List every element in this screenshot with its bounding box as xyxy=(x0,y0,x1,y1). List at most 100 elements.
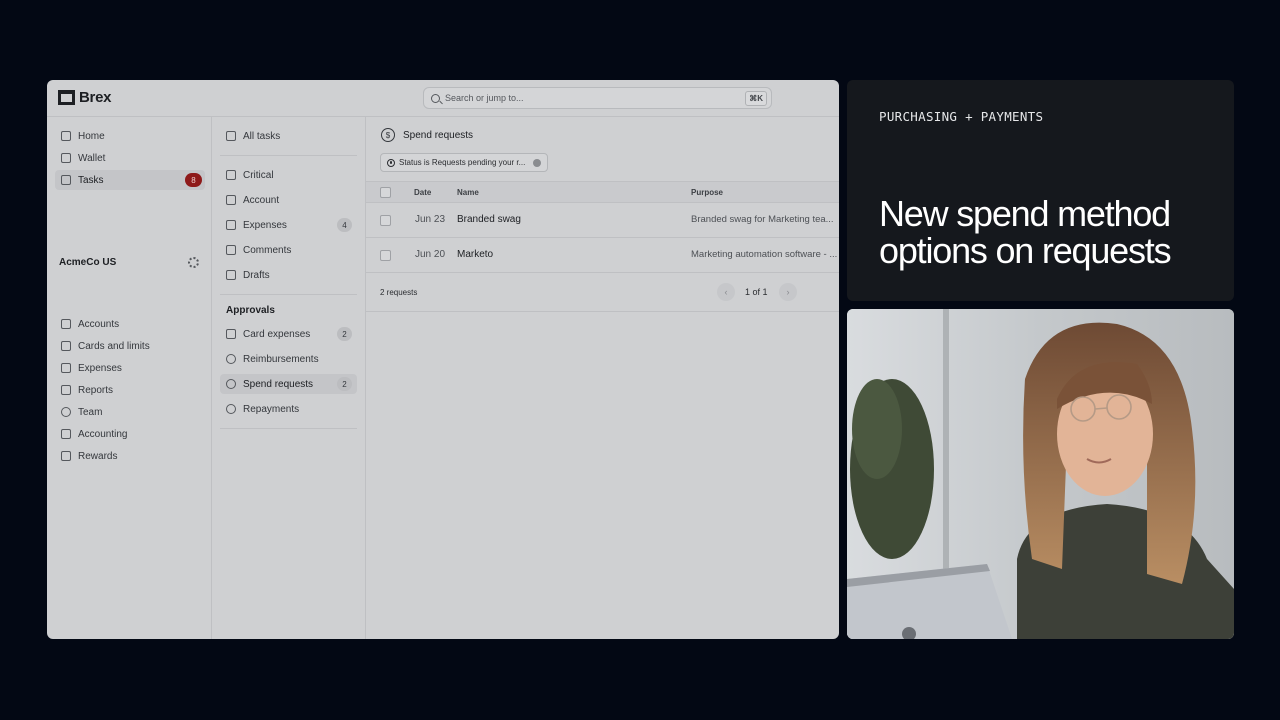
tasks-nav-critical[interactable]: Critical xyxy=(220,165,357,185)
table-header: Date Name Purpose xyxy=(366,181,839,203)
tasks-nav-card-expenses[interactable]: Card expenses 2 xyxy=(220,324,357,344)
tasks-nav-label: Comments xyxy=(243,244,292,256)
sidebar-item-label: Accounts xyxy=(78,318,120,330)
row-checkbox[interactable] xyxy=(380,250,391,261)
page-title-text: Spend requests xyxy=(403,129,474,141)
tasks-nav-reimbursements[interactable]: Reimbursements xyxy=(220,349,357,369)
sidebar: Home Wallet Tasks 8 AcmeCo US Accounts C… xyxy=(47,117,212,639)
dollar-icon xyxy=(226,379,236,389)
sidebar-item-wallet[interactable]: Wallet xyxy=(55,148,205,168)
title-card: PURCHASING + PAYMENTS New spend method o… xyxy=(847,80,1234,301)
status-filter-chip[interactable]: Status is Requests pending your r... xyxy=(380,153,549,172)
chevron-right-icon: › xyxy=(786,287,790,297)
search-input[interactable]: Search or jump to... ⌘K xyxy=(423,87,772,109)
tasks-nav-account[interactable]: Account xyxy=(220,190,357,210)
org-name: AcmeCo US xyxy=(59,257,117,268)
check-square-icon xyxy=(61,175,71,185)
search-placeholder: Search or jump to... xyxy=(445,93,524,103)
brex-logo-icon xyxy=(58,90,75,105)
request-count: 2 requests xyxy=(380,288,418,297)
sidebar-item-team[interactable]: Team xyxy=(55,402,205,422)
previous-page-button[interactable]: ‹ xyxy=(717,283,735,301)
close-icon[interactable] xyxy=(533,158,542,167)
tasks-nav-label: Spend requests xyxy=(243,378,314,390)
chevron-left-icon: ‹ xyxy=(724,287,728,297)
repay-icon xyxy=(226,404,236,414)
book-icon xyxy=(61,429,71,439)
users-icon xyxy=(61,407,71,417)
row-date: Jun 23 xyxy=(415,214,446,225)
receipt-icon xyxy=(61,363,71,373)
tasks-nav-spend-requests[interactable]: Spend requests 2 xyxy=(220,374,357,394)
next-page-button[interactable]: › xyxy=(779,283,797,301)
divider xyxy=(220,294,357,295)
row-name: Marketo xyxy=(457,249,494,260)
sidebar-item-label: Rewards xyxy=(78,450,118,462)
tasks-badge: 8 xyxy=(185,173,202,187)
tasks-nav-repayments[interactable]: Repayments xyxy=(220,399,357,419)
chart-icon xyxy=(61,385,71,395)
sidebar-item-label: Tasks xyxy=(78,174,104,186)
page-title: $ Spend requests xyxy=(381,128,473,142)
warning-icon xyxy=(226,170,236,180)
sidebar-item-home[interactable]: Home xyxy=(55,126,205,146)
count-badge: 2 xyxy=(337,327,352,341)
sidebar-item-tasks[interactable]: Tasks 8 xyxy=(55,170,205,190)
column-header-name[interactable]: Name xyxy=(457,188,479,197)
brand-name: Brex xyxy=(79,89,112,106)
tasks-nav-drafts[interactable]: Drafts xyxy=(220,265,357,285)
wallet-icon xyxy=(61,153,71,163)
column-header-date[interactable]: Date xyxy=(414,188,431,197)
count-badge: 4 xyxy=(337,218,352,232)
top-bar: Brex Search or jump to... ⌘K xyxy=(47,80,839,117)
column-header-purpose[interactable]: Purpose xyxy=(691,188,723,197)
row-purpose: Marketing automation software - ... xyxy=(691,249,838,260)
sidebar-item-label: Team xyxy=(78,406,103,418)
table-row[interactable]: Jun 20 Marketo Marketing automation soft… xyxy=(366,238,839,273)
sidebar-item-cards-and-limits[interactable]: Cards and limits xyxy=(55,336,205,356)
comment-icon xyxy=(226,245,236,255)
receipt-icon xyxy=(226,220,236,230)
card-icon xyxy=(61,341,71,351)
flag-icon xyxy=(226,195,236,205)
divider xyxy=(220,155,357,156)
divider xyxy=(220,428,357,429)
sidebar-item-rewards[interactable]: Rewards xyxy=(55,446,205,466)
app-window: Brex Search or jump to... ⌘K Home Wallet… xyxy=(47,80,839,639)
brex-logo[interactable]: Brex xyxy=(58,89,111,106)
tasks-nav-label: Card expenses xyxy=(243,328,311,340)
eyebrow-label: PURCHASING + PAYMENTS xyxy=(879,109,1044,124)
sidebar-item-reports[interactable]: Reports xyxy=(55,380,205,400)
table-row[interactable]: Jun 23 Branded swag Branded swag for Mar… xyxy=(366,203,839,238)
pencil-icon xyxy=(226,270,236,280)
bank-icon xyxy=(61,319,71,329)
row-checkbox[interactable] xyxy=(380,215,391,226)
card-icon xyxy=(226,329,236,339)
tasks-nav-label: Drafts xyxy=(243,269,270,281)
sidebar-item-accounting[interactable]: Accounting xyxy=(55,424,205,444)
tasks-nav-expenses[interactable]: Expenses 4 xyxy=(220,215,357,235)
home-icon xyxy=(61,131,71,141)
tasks-nav-label: All tasks xyxy=(243,130,281,142)
tasks-nav-all-tasks[interactable]: All tasks xyxy=(220,126,357,146)
row-name: Branded swag xyxy=(457,214,521,225)
select-all-checkbox[interactable] xyxy=(380,187,391,198)
sidebar-item-label: Wallet xyxy=(78,152,106,164)
presenter-illustration xyxy=(847,309,1234,639)
row-date: Jun 20 xyxy=(415,249,446,260)
row-purpose: Branded swag for Marketing tea... xyxy=(691,214,834,225)
sidebar-item-accounts[interactable]: Accounts xyxy=(55,314,205,334)
sidebar-item-expenses[interactable]: Expenses xyxy=(55,358,205,378)
refund-icon xyxy=(226,354,236,364)
sidebar-item-label: Cards and limits xyxy=(78,340,150,352)
filter-text: Status is Requests pending your r... xyxy=(399,158,526,167)
tasks-nav: All tasks Critical Account Expenses 4 Co… xyxy=(212,117,366,639)
main-content: $ Spend requests Status is Requests pend… xyxy=(366,117,839,639)
tasks-nav-comments[interactable]: Comments xyxy=(220,240,357,260)
gear-icon[interactable] xyxy=(188,257,199,268)
count-badge: 2 xyxy=(337,377,352,391)
approvals-heading: Approvals xyxy=(226,305,275,316)
search-icon xyxy=(431,93,440,103)
check-square-icon xyxy=(226,131,236,141)
sidebar-item-label: Home xyxy=(78,130,105,142)
